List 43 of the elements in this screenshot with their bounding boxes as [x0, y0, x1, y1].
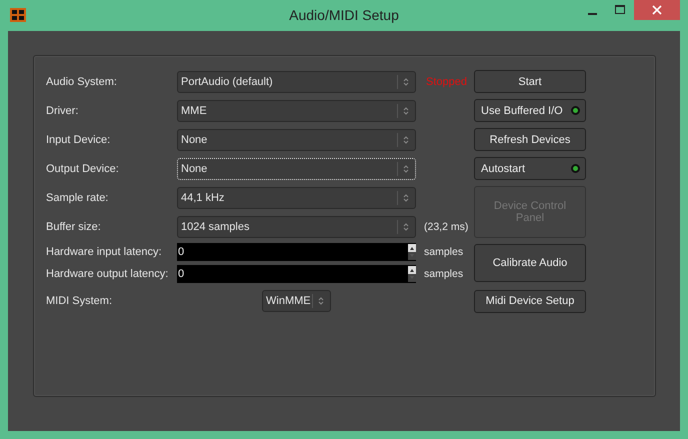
- toggle-button[interactable]: Autostart: [474, 157, 586, 180]
- dropdown[interactable]: 44,1 kHz: [177, 186, 416, 208]
- button[interactable]: Midi Device Setup: [474, 290, 586, 312]
- field-label: Hardware input latency:: [46, 246, 163, 258]
- field-label: Buffer size:: [46, 220, 102, 232]
- field-label: Audio System:: [46, 76, 118, 88]
- updown-icon: [403, 194, 409, 202]
- dropdown[interactable]: None: [177, 128, 416, 150]
- field-label: Output Device:: [46, 162, 120, 174]
- window-title: Audio/MIDI Setup: [289, 7, 399, 23]
- field-label: Hardware output latency:: [46, 268, 170, 280]
- unit-label: samples: [423, 268, 464, 280]
- close-button[interactable]: [634, 0, 680, 20]
- button[interactable]: Start: [474, 70, 586, 93]
- button[interactable]: Calibrate Audio: [474, 244, 586, 282]
- dropdown[interactable]: PortAudio (default): [177, 70, 416, 92]
- dropdown[interactable]: MME: [177, 100, 416, 122]
- updown-icon: [403, 78, 409, 86]
- dropdown[interactable]: None: [177, 158, 416, 180]
- button[interactable]: Refresh Devices: [474, 128, 586, 151]
- latency-label: (23,2 ms): [423, 220, 470, 232]
- field-label: MIDI System:: [46, 295, 114, 307]
- number-field[interactable]: 0: [177, 243, 416, 261]
- dropdown[interactable]: 1024 samples: [177, 216, 416, 238]
- spin-arrows-icon: [408, 244, 416, 260]
- updown-icon: [403, 106, 409, 114]
- app-icon: [10, 8, 26, 22]
- close-icon: [652, 5, 662, 15]
- dropdown[interactable]: WinMME: [262, 290, 331, 312]
- updown-icon: [403, 164, 409, 172]
- updown-icon: [403, 222, 409, 230]
- toggle-button[interactable]: Use Buffered I/O: [474, 99, 586, 122]
- field-label: Sample rate:: [46, 192, 110, 204]
- updown-icon: [318, 297, 324, 305]
- field-label: Driver:: [46, 104, 80, 116]
- spin-arrows-icon: [408, 266, 416, 282]
- updown-icon: [403, 136, 409, 144]
- status-text: Stopped: [425, 76, 468, 88]
- maximize-icon: [615, 5, 625, 15]
- field-label: Input Device:: [46, 134, 112, 146]
- minimize-icon: [588, 13, 596, 15]
- number-field[interactable]: 0: [177, 265, 416, 283]
- unit-label: samples: [423, 246, 464, 258]
